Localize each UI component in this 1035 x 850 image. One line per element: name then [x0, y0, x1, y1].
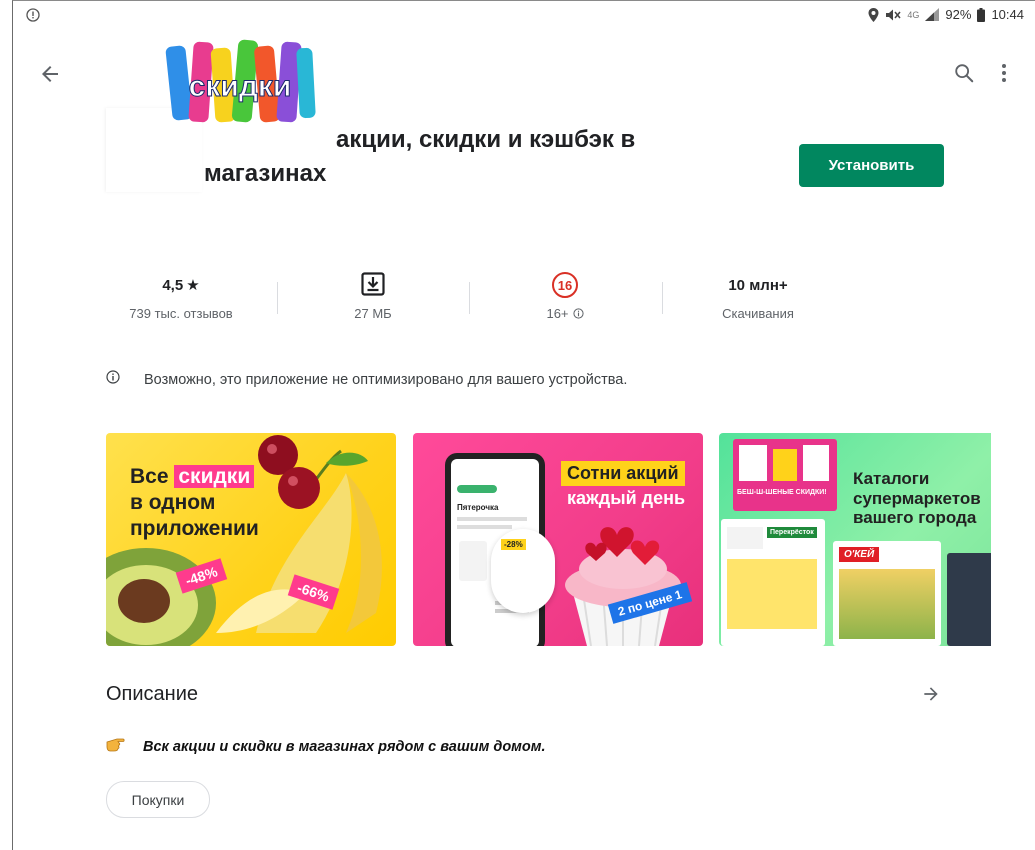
app-logo: скидки — [165, 39, 316, 123]
search-icon[interactable] — [953, 62, 975, 84]
caption-line: в одном — [130, 491, 216, 515]
downloads-stat: 10 млн+ Скачивания — [673, 270, 843, 322]
signal-icon — [925, 8, 940, 21]
arrow-left-icon[interactable] — [38, 62, 62, 86]
category-chip[interactable]: Покупки — [106, 781, 210, 818]
clock: 10:44 — [991, 7, 1024, 22]
screenshot-3[interactable]: БЕШ-Ш-ШЕНЫЕ СКИДКИ! Перекрёсток О'КЕЙ Ка… — [719, 433, 991, 646]
app-title: акции, скидки и кэшбэк в — [336, 126, 636, 153]
caption-line: вашего города — [853, 508, 977, 528]
caption-line: супермаркетов — [853, 488, 981, 508]
catalog-page-a: Перекрёсток — [721, 519, 825, 646]
stat-divider — [277, 282, 278, 314]
rating-value: 4,5 — [162, 276, 184, 294]
mute-icon — [886, 9, 901, 20]
age-stat[interactable]: 16 16+ — [480, 270, 650, 321]
caption-highlight: скидки — [174, 465, 255, 488]
star-icon: ★ — [186, 277, 200, 294]
stat-divider — [662, 282, 663, 314]
description-text: Вск акции и скидки в магазинах рядом с в… — [143, 739, 546, 755]
info-icon — [106, 370, 120, 384]
info-icon — [572, 308, 584, 319]
rating-stat[interactable]: 4,5 ★ 739 тыс. отзывов — [96, 270, 266, 322]
size-stat: 27 МБ — [288, 270, 458, 321]
screenshot-3-caption: Каталоги супермаркетов вашего города — [853, 469, 981, 528]
catalog-page-b: О'КЕЙ — [833, 541, 941, 646]
catalog-store-a: Перекрёсток — [767, 527, 817, 538]
app-size: 27 МБ — [354, 306, 392, 321]
age-rating: 16+ — [546, 306, 569, 321]
phone-store-name: Пятерочка — [457, 503, 499, 512]
screenshot-1[interactable]: Все скидки в одном приложении -48% -66% — [106, 433, 396, 646]
compatibility-warning: Возможно, это приложение не оптимизирова… — [144, 372, 628, 388]
catalog-banner-text: БЕШ-Ш-ШЕНЫЕ СКИДКИ! — [737, 489, 827, 496]
caption-line: Сотни акций — [561, 461, 685, 486]
phone-discount: -28% — [501, 539, 526, 550]
status-bar: 4G 92% 10:44 — [12, 2, 1032, 28]
download-icon — [361, 272, 385, 296]
description-heading: Описание — [106, 683, 199, 705]
cupcake-art — [565, 527, 681, 646]
screenshot-2-caption: Сотни акций каждый день — [561, 461, 691, 510]
install-button[interactable]: Установить — [799, 144, 944, 187]
catalog-page-c — [947, 553, 991, 646]
age-16-icon: 16 — [552, 272, 578, 298]
location-icon — [868, 7, 879, 22]
arrow-right-icon[interactable] — [921, 684, 941, 704]
downloads-value: 10 млн+ — [728, 276, 788, 294]
battery-percent: 92% — [945, 7, 972, 22]
screenshot-2[interactable]: Пятерочка 19 -28% Сотни акций каждый ден… — [413, 433, 703, 646]
logo-text: скидки — [189, 70, 292, 103]
catalog-banner: БЕШ-Ш-ШЕНЫЕ СКИДКИ! — [733, 439, 837, 511]
caption-word: Все — [130, 465, 169, 488]
downloads-label: Скачивания — [722, 306, 794, 321]
stat-divider — [469, 282, 470, 314]
caption-line: приложении — [130, 517, 259, 541]
more-vert-icon[interactable] — [998, 62, 1010, 84]
age-badge-text: 16 — [558, 278, 572, 293]
phone-popup: -28% — [491, 529, 555, 613]
caption-line: каждый день — [567, 487, 686, 508]
pointing-hand-icon — [106, 738, 125, 752]
network-type: 4G — [907, 9, 920, 20]
caption-line: Каталоги — [853, 469, 930, 488]
catalog-store-b: О'КЕЙ — [839, 547, 880, 562]
screenshot-1-caption: Все скидки в одном приложении — [130, 465, 259, 541]
battery-icon — [977, 7, 986, 22]
app-title-continued: магазинах — [204, 160, 327, 187]
shield-icon — [26, 8, 40, 22]
reviews-count: 739 тыс. отзывов — [129, 306, 233, 321]
